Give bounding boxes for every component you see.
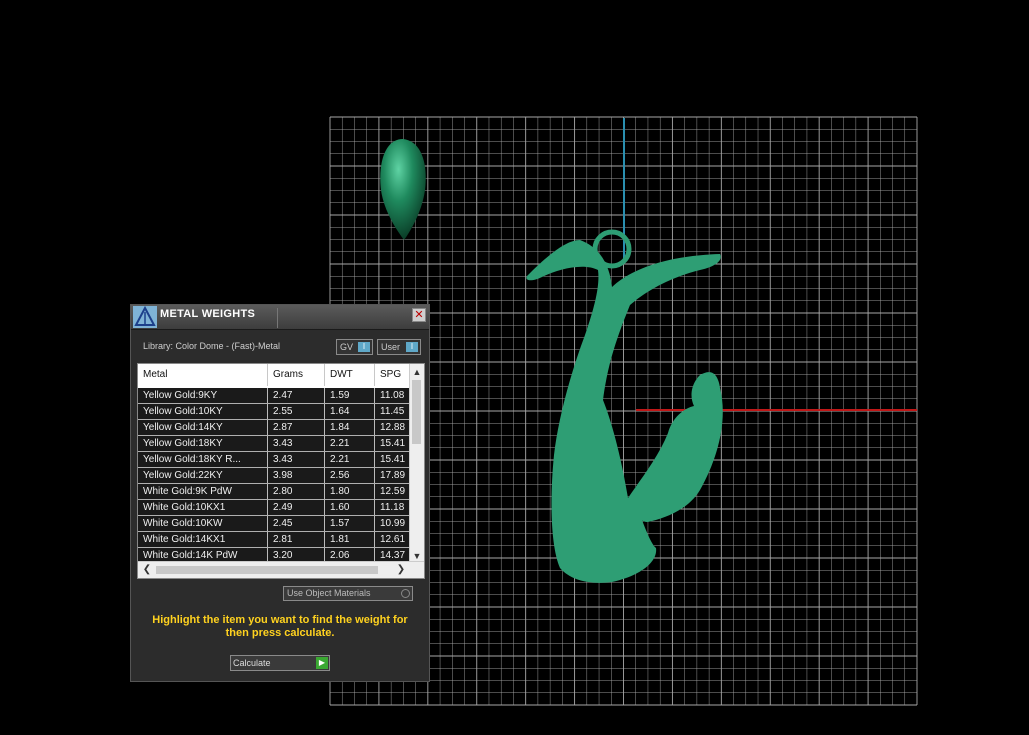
grams-cell: 3.43 [268,452,325,467]
table-row[interactable]: Yellow Gold:14KY 2.87 1.84 12.88 [138,420,410,436]
column-header-dwt[interactable]: DWT [325,364,375,386]
grams-cell: 2.81 [268,532,325,547]
dwt-cell: 2.21 [325,436,375,451]
table-header: Metal Grams DWT SPG [138,364,410,386]
table-row[interactable]: Yellow Gold:18KY 3.43 2.21 15.41 [138,436,410,452]
column-header-metal[interactable]: Metal [138,364,268,386]
scroll-right-icon[interactable]: ❯ [394,563,408,577]
use-object-materials-toggle[interactable]: Use Object Materials [283,586,413,601]
table-row[interactable]: Yellow Gold:10KY 2.55 1.64 11.45 [138,404,410,420]
toggle-indicator-icon: I [406,342,418,352]
dwt-cell: 2.56 [325,468,375,483]
close-icon: ✕ [414,309,424,321]
user-label: User [381,342,401,352]
metal-cell: White Gold:10KX1 [138,500,268,515]
grams-cell: 2.80 [268,484,325,499]
table-row[interactable]: White Gold:14KX1 2.81 1.81 12.61 [138,532,410,548]
grams-cell: 2.45 [268,516,325,531]
dwt-cell: 1.57 [325,516,375,531]
scroll-up-icon[interactable]: ▲ [410,366,424,378]
metal-cell: White Gold:9K PdW [138,484,268,499]
metal-weights-table[interactable]: Metal Grams DWT SPG Yellow Gold:9KY 2.47 1… [137,363,425,579]
use-object-materials-label: Use Object Materials [287,588,371,598]
dwt-cell: 1.59 [325,388,375,403]
metal-cell: White Gold:10KW [138,516,268,531]
color-dome-preview [380,139,426,240]
spg-cell: 12.88 [380,422,406,433]
user-toggle[interactable]: User I [377,339,421,355]
metal-cell: Yellow Gold:14KY [138,420,268,435]
spg-cell: 12.61 [380,534,406,545]
dwt-cell: 1.80 [325,484,375,499]
dwt-cell: 1.64 [325,404,375,419]
metal-cell: Yellow Gold:22KY [138,468,268,483]
metal-cell: White Gold:14KX1 [138,532,268,547]
horizontal-scrollbar[interactable]: ❮ ❯ [138,561,424,578]
grams-cell: 3.98 [268,468,325,483]
vertical-scrollbar[interactable]: ▲ ▼ [409,364,424,564]
library-label: Library: Color Dome - (Fast)-Metal [143,341,281,351]
table-row[interactable]: Yellow Gold:22KY 3.98 2.56 17.89 [138,468,410,484]
table-body: Yellow Gold:9KY 2.47 1.59 11.08 Yellow Gold:… [138,388,410,564]
gv-label: GV [340,342,354,352]
spg-cell: 12.59 [380,486,406,497]
spg-cell: 17.89 [380,470,406,481]
calculate-label: Calculate [233,658,271,668]
grams-cell: 2.49 [268,500,325,515]
spg-cell: 10.99 [380,518,406,529]
scroll-thumb[interactable] [412,380,421,444]
grams-cell: 3.43 [268,436,325,451]
dwt-cell: 1.84 [325,420,375,435]
spg-cell: 11.18 [380,502,405,513]
metal-cell: Yellow Gold:18KY [138,436,268,451]
play-arrow-icon: ▶ [316,657,328,669]
titlebar-divider [277,308,278,328]
close-button[interactable]: ✕ [412,308,426,322]
metal-cell: Yellow Gold:18KY R... [138,452,268,467]
table-row[interactable]: Yellow Gold:18KY R... 3.43 2.21 15.41 [138,452,410,468]
scroll-thumb[interactable] [156,566,378,574]
metal-cell: Yellow Gold:9KY [138,388,268,403]
toggle-indicator-icon: I [358,342,370,352]
instruction-text: Highlight the item you want to find the … [152,614,408,639]
gv-toggle[interactable]: GV I [336,339,373,355]
app-logo-icon [133,306,157,328]
spg-cell: 15.41 [380,454,406,465]
table-row[interactable]: Yellow Gold:9KY 2.47 1.59 11.08 [138,388,410,404]
column-header-grams[interactable]: Grams [268,364,325,386]
table-row[interactable]: White Gold:9K PdW 2.80 1.80 12.59 [138,484,410,500]
metal-cell: Yellow Gold:10KY [138,404,268,419]
calculate-button[interactable]: Calculate ▶ [230,655,330,671]
spg-cell: 15.41 [380,438,406,449]
column-header-spg[interactable]: SPG [375,364,410,386]
spg-cell: 11.45 [380,406,405,417]
table-row[interactable]: White Gold:10KX1 2.49 1.60 11.18 [138,500,410,516]
scroll-left-icon[interactable]: ❮ [140,563,154,577]
dwt-cell: 2.21 [325,452,375,467]
dwt-cell: 1.60 [325,500,375,515]
dialog-title: METAL WEIGHTS [160,308,256,320]
radio-indicator-icon [401,589,410,598]
spg-cell: 11.08 [380,390,405,401]
grams-cell: 2.55 [268,404,325,419]
metal-weights-dialog: METAL WEIGHTS ✕ Library: Color Dome - (F… [130,304,430,682]
dwt-cell: 1.81 [325,532,375,547]
dialog-titlebar[interactable]: METAL WEIGHTS ✕ [131,305,429,330]
grams-cell: 2.87 [268,420,325,435]
grams-cell: 2.47 [268,388,325,403]
table-row[interactable]: White Gold:10KW 2.45 1.57 10.99 [138,516,410,532]
